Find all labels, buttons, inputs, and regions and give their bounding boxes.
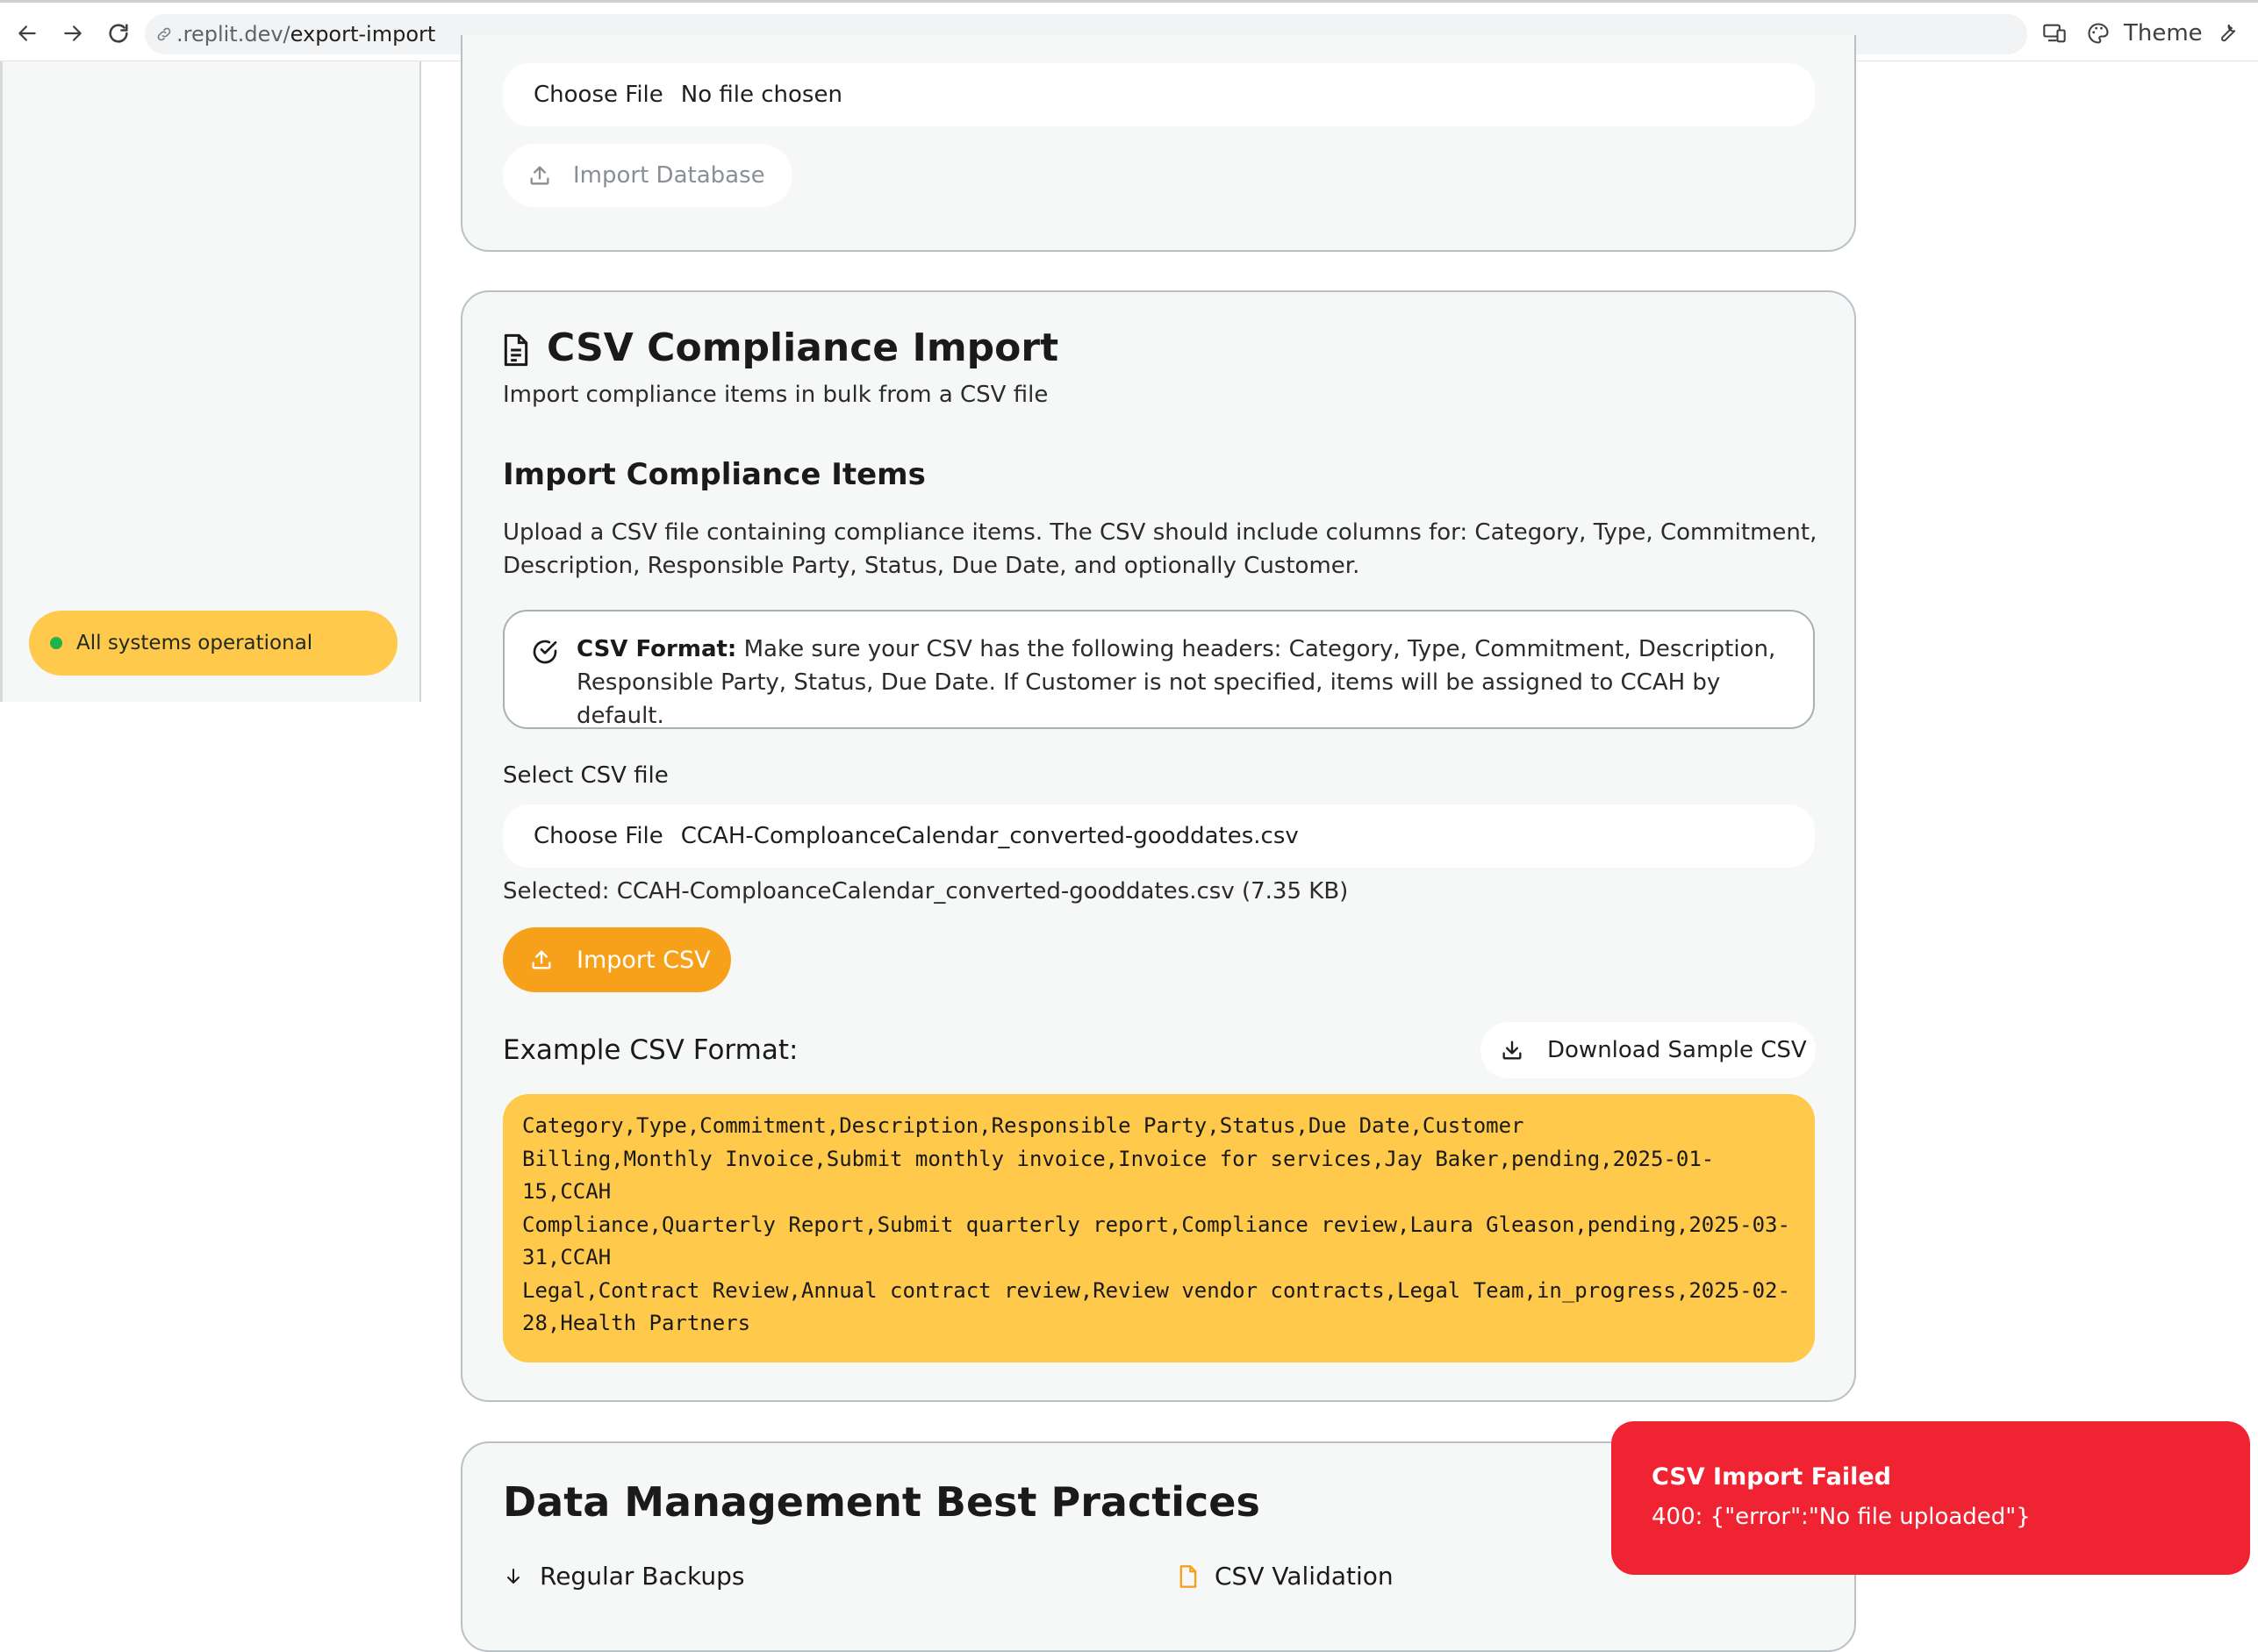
example-format-label: Example CSV Format: (503, 1034, 799, 1066)
sidebar: All systems operational (0, 61, 421, 702)
status-dot-icon (50, 637, 62, 649)
csv-file-input[interactable]: Choose File CCAH-ComploanceCalendar_conv… (503, 805, 1815, 868)
selected-file-name: CCAH-ComploanceCalendar_converted-goodda… (680, 823, 1299, 849)
arrow-down-icon (503, 1564, 524, 1589)
csv-format-alert: CSV Format: Make sure your CSV has the f… (503, 610, 1815, 729)
code-line: 28,Health Partners (522, 1311, 751, 1335)
url-domain: .replit.dev/ (176, 22, 290, 46)
reload-icon[interactable] (104, 18, 133, 48)
section-description: Upload a CSV file containing compliance … (503, 519, 1817, 579)
section-title: Import Compliance Items (503, 457, 926, 492)
import-database-label: Import Database (573, 162, 765, 189)
file-check-icon (1178, 1564, 1199, 1589)
card-subtitle: Import compliance items in bulk from a C… (503, 382, 1049, 408)
import-csv-button[interactable]: Import CSV (503, 927, 731, 992)
regular-backups-item: Regular Backups (503, 1562, 745, 1591)
alert-body: Make sure your CSV has the following hea… (577, 636, 1776, 729)
download-sample-label: Download Sample CSV (1547, 1037, 1807, 1063)
system-status-badge[interactable]: All systems operational (29, 611, 398, 676)
code-line: Billing,Monthly Invoice,Submit monthly i… (522, 1146, 1715, 1171)
database-file-input[interactable]: Choose File No file chosen (503, 63, 1815, 126)
code-line: Compliance,Quarterly Report,Submit quart… (522, 1212, 1790, 1237)
regular-backups-label: Regular Backups (540, 1562, 745, 1591)
theme-button[interactable]: Theme (2124, 20, 2203, 46)
palette-icon[interactable] (2083, 18, 2113, 48)
wrench-icon[interactable] (2211, 18, 2241, 48)
toast-message: 400: {"error":"No file uploaded"} (1652, 1504, 2031, 1530)
file-text-icon (501, 333, 531, 368)
example-csv-code: Category,Type,Commitment,Description,Res… (503, 1094, 1815, 1362)
upload-icon (529, 948, 554, 972)
code-line: 31,CCAH (522, 1245, 612, 1269)
choose-file-button[interactable]: Choose File (534, 82, 663, 108)
best-practices-title: Data Management Best Practices (503, 1478, 1260, 1526)
forward-arrow-icon[interactable] (58, 18, 88, 48)
download-icon (1500, 1038, 1524, 1062)
url-path: export-import (290, 22, 436, 46)
alert-bold-label: CSV Format: (577, 636, 737, 662)
card-title: CSV Compliance Import (547, 325, 1059, 370)
choose-file-button[interactable]: Choose File (534, 823, 663, 849)
code-line: Category,Type,Commitment,Description,Res… (522, 1113, 1524, 1138)
toast-title: CSV Import Failed (1652, 1463, 1891, 1491)
device-preview-icon[interactable] (2039, 18, 2069, 48)
csv-validation-label: CSV Validation (1215, 1562, 1394, 1591)
download-sample-csv-button[interactable]: Download Sample CSV (1480, 1022, 1816, 1078)
csv-import-card: CSV Compliance Import Import compliance … (461, 290, 1856, 1402)
import-csv-label: Import CSV (577, 946, 711, 974)
database-import-card: Choose File No file chosen Import Databa… (461, 35, 1856, 252)
selected-file-info: Selected: CCAH-ComploanceCalendar_conver… (503, 878, 1349, 905)
check-circle-icon (531, 638, 559, 666)
code-line: 15,CCAH (522, 1179, 612, 1204)
link-icon (155, 25, 173, 43)
csv-validation-item: CSV Validation (1178, 1562, 1394, 1591)
back-arrow-icon[interactable] (12, 18, 42, 48)
code-line: Legal,Contract Review,Annual contract re… (522, 1277, 1790, 1303)
alert-text: CSV Format: Make sure your CSV has the f… (577, 633, 1796, 733)
import-database-button[interactable]: Import Database (503, 144, 792, 207)
file-status-text: No file chosen (680, 82, 842, 108)
upload-icon (527, 163, 552, 188)
status-text: All systems operational (76, 632, 313, 654)
error-toast[interactable]: CSV Import Failed 400: {"error":"No file… (1611, 1421, 2250, 1575)
select-file-label: Select CSV file (503, 762, 669, 789)
